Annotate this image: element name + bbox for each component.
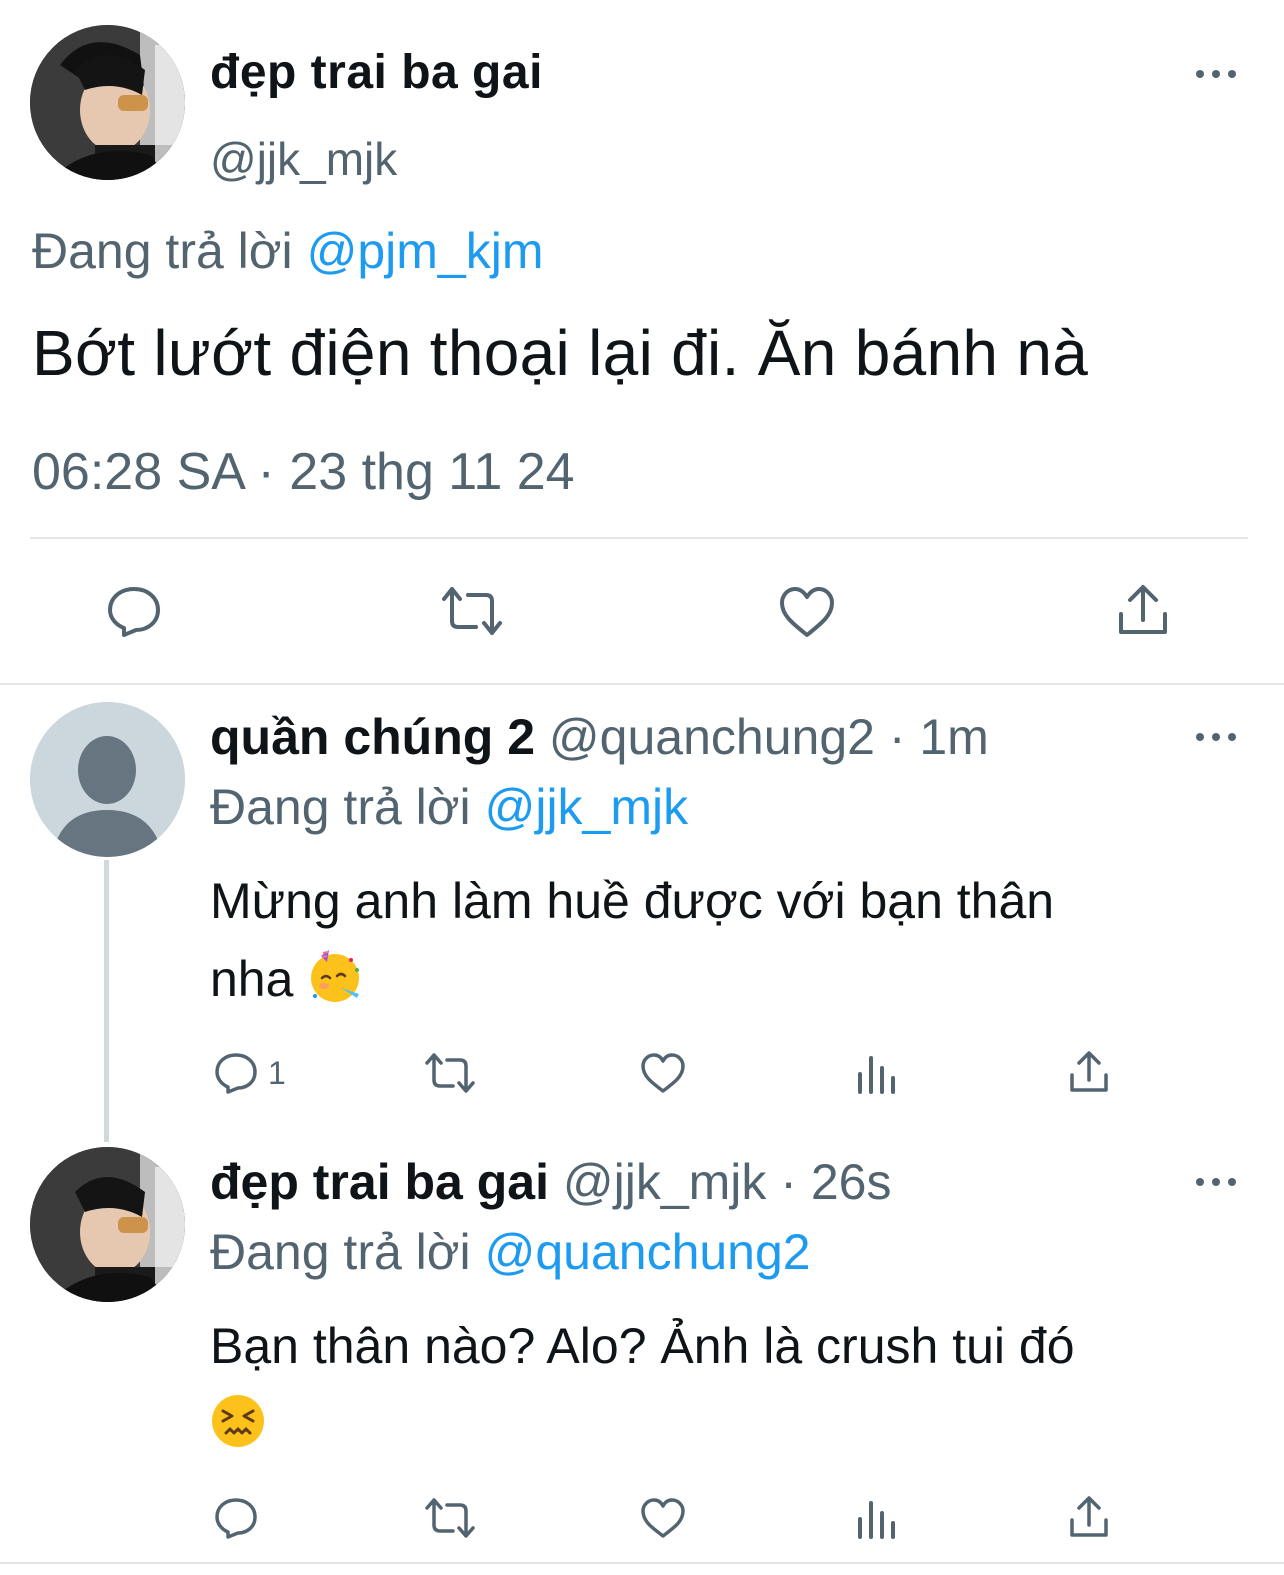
default-avatar-icon	[30, 702, 185, 857]
like-icon[interactable]	[640, 1497, 686, 1539]
avatar[interactable]	[30, 1147, 185, 1302]
tweet-timestamp[interactable]: 06:28 SA · 23 thg 11 24	[32, 442, 575, 502]
like-icon[interactable]	[778, 585, 836, 639]
tweet-text-word: nha	[210, 951, 294, 1007]
avatar[interactable]	[30, 25, 185, 180]
tweet-text: Bạn thân nào? Alo? Ảnh là crush tui đó	[210, 1307, 1075, 1471]
handle-time[interactable]: @jjk_mjk · 26s	[563, 1154, 892, 1210]
reply-context: Đang trả lời @pjm_kjm	[32, 222, 543, 280]
share-icon[interactable]	[1068, 1050, 1110, 1094]
retweet-icon[interactable]	[440, 585, 504, 637]
share-icon[interactable]	[1116, 582, 1170, 638]
handle-time[interactable]: @quanchung2 · 1m	[549, 709, 989, 765]
retweet-icon[interactable]	[424, 1052, 476, 1094]
reply-to-link[interactable]: @quanchung2	[485, 1224, 811, 1280]
reply-context: Đang trả lời @quanchung2	[210, 1223, 811, 1281]
thread-line	[104, 860, 109, 1142]
avatar-photo	[30, 25, 185, 180]
display-name[interactable]: đẹp trai ba gai	[210, 45, 543, 100]
reply-to-link[interactable]: @pjm_kjm	[307, 223, 544, 279]
section-divider	[0, 683, 1284, 685]
avatar-photo	[30, 1147, 185, 1302]
display-name[interactable]: quần chúng 2	[210, 709, 535, 765]
tweet-text: Mừng anh làm huề được với bạn thân nha	[210, 862, 1054, 1026]
avatar[interactable]	[30, 702, 185, 857]
tweet-text-line: Bạn thân nào? Alo? Ảnh là crush tui đó	[210, 1318, 1075, 1374]
partying-face-emoji	[307, 948, 363, 1026]
like-icon[interactable]	[640, 1052, 686, 1094]
reply-count: 1	[268, 1054, 286, 1091]
share-icon[interactable]	[1068, 1495, 1110, 1539]
views-icon[interactable]	[856, 1052, 898, 1094]
reply-icon[interactable]	[106, 585, 162, 637]
confounded-face-emoji	[210, 1393, 266, 1471]
reply-prefix: Đang trả lời	[210, 1224, 471, 1280]
more-options-icon[interactable]	[1196, 727, 1236, 747]
display-name[interactable]: đẹp trai ba gai	[210, 1154, 549, 1210]
reply-to-link[interactable]: @jjk_mjk	[485, 779, 689, 835]
reply-icon[interactable]	[214, 1497, 258, 1539]
tweet-text: Bớt lướt điện thoại lại đi. Ăn bánh nà	[32, 317, 1089, 389]
views-icon[interactable]	[856, 1497, 898, 1539]
retweet-icon[interactable]	[424, 1497, 476, 1539]
more-options-icon[interactable]	[1196, 64, 1236, 84]
more-options-icon[interactable]	[1196, 1172, 1236, 1192]
bottom-divider	[0, 1562, 1284, 1564]
reply-prefix: Đang trả lời	[32, 223, 293, 279]
reply-context: Đang trả lời @jjk_mjk	[210, 778, 688, 836]
tweet-header: đẹp trai ba gai @jjk_mjk · 26s	[210, 1153, 891, 1211]
reply-icon[interactable]: 1	[214, 1052, 286, 1094]
handle[interactable]: @jjk_mjk	[210, 132, 397, 186]
tweet-text-line: nha	[210, 940, 1054, 1026]
tweet-text-line	[210, 1385, 1075, 1471]
tweet-text-line: Mừng anh làm huề được với bạn thân	[210, 873, 1055, 929]
reply-prefix: Đang trả lời	[210, 779, 471, 835]
tweet-header: quần chúng 2 @quanchung2 · 1m	[210, 708, 989, 766]
divider	[30, 537, 1248, 539]
